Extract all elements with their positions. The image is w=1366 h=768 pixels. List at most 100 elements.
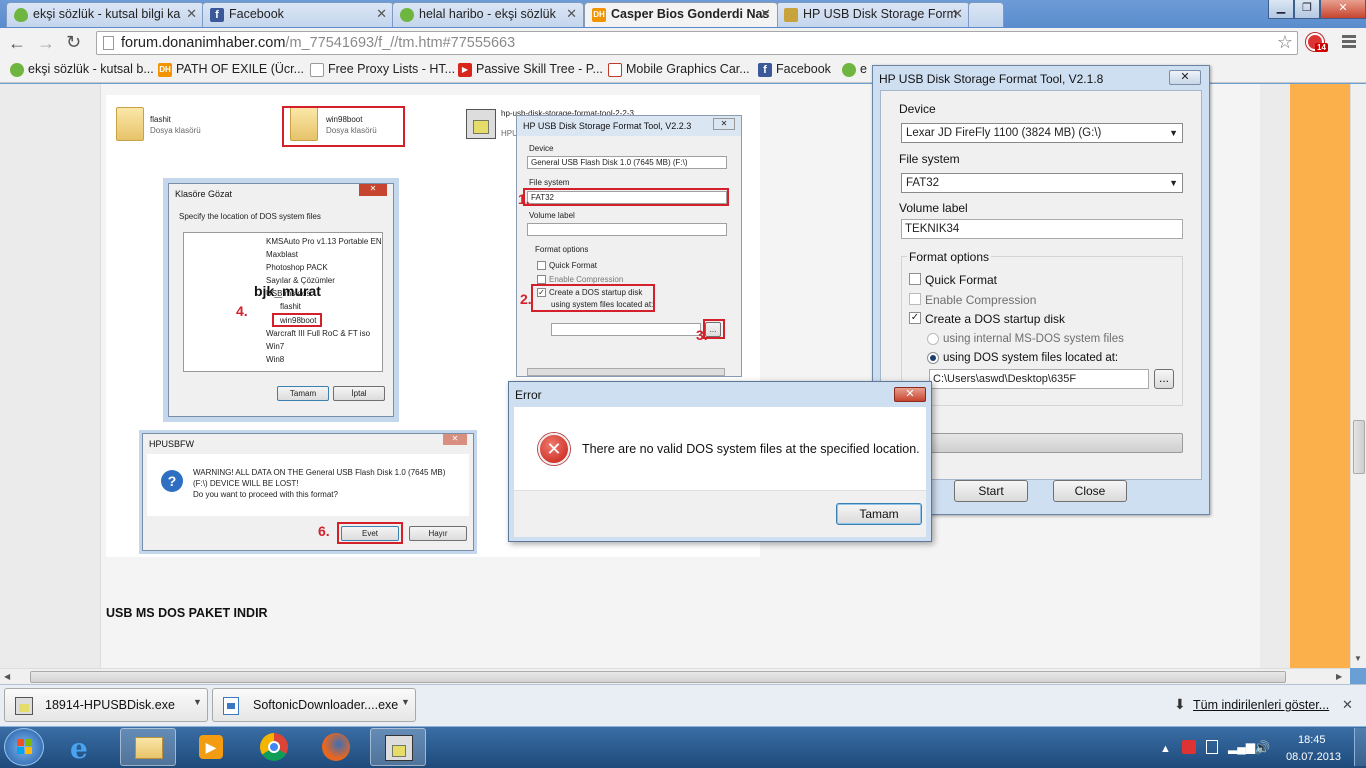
hp-tool-taskbar-icon[interactable] bbox=[370, 728, 426, 766]
volume-label-input[interactable]: TEKNIK34 bbox=[901, 219, 1183, 239]
mini-quick-format[interactable]: Quick Format bbox=[537, 261, 597, 271]
minimize-icon[interactable]: ▁ bbox=[1268, 0, 1294, 19]
confirm-no-button[interactable]: Hayır bbox=[409, 526, 467, 541]
back-icon[interactable]: ← bbox=[8, 33, 26, 54]
clock-time[interactable]: 18:45 bbox=[1298, 734, 1326, 746]
desktop: ekşi sözlük - kutsal bilgi ka ✕ f Faceboo… bbox=[0, 0, 1366, 768]
mini-hp-tool-window: HP USB Disk Storage Format Tool, V2.2.3 … bbox=[516, 115, 742, 377]
close-download-bar-icon[interactable]: ✕ bbox=[1342, 697, 1353, 713]
facebook-icon: f bbox=[210, 8, 224, 22]
vertical-scrollbar[interactable]: ▼ bbox=[1350, 84, 1366, 668]
show-desktop-button[interactable] bbox=[1354, 728, 1366, 766]
folder-browse-dialog: Klasöre Gözat ✕ Specify the location of … bbox=[168, 183, 394, 417]
mini-volume-input[interactable] bbox=[527, 223, 727, 236]
tab-close-icon[interactable]: ✕ bbox=[760, 6, 771, 22]
exe-file-icon bbox=[223, 697, 239, 715]
exe-file-icon bbox=[15, 697, 33, 715]
start-orb-icon[interactable] bbox=[4, 728, 44, 766]
bookmark-passive-skill-tree[interactable]: ▶ Passive Skill Tree - P... bbox=[458, 62, 603, 77]
bookmark-eksi-2[interactable]: e bbox=[842, 62, 867, 77]
tab-close-icon[interactable]: ✕ bbox=[952, 6, 963, 22]
internet-explorer-icon[interactable]: e bbox=[56, 728, 112, 766]
tray-security-icon[interactable] bbox=[1182, 740, 1196, 754]
dos-files-location-radio[interactable] bbox=[927, 352, 939, 364]
forward-icon[interactable]: → bbox=[37, 33, 55, 54]
browse-button[interactable]: ... bbox=[1154, 369, 1174, 389]
close-icon[interactable]: ✕ bbox=[443, 434, 467, 445]
mini-path-input[interactable] bbox=[551, 323, 701, 336]
new-tab-button[interactable] bbox=[968, 2, 1004, 27]
tab-facebook[interactable]: f Facebook ✕ bbox=[202, 2, 394, 27]
maximize-icon[interactable]: ❐ bbox=[1294, 0, 1320, 19]
tab-close-icon[interactable]: ✕ bbox=[186, 6, 197, 22]
tray-volume-icon[interactable]: 🔊 bbox=[1254, 740, 1270, 756]
bookmark-proxy-lists[interactable]: Free Proxy Lists - HT... bbox=[310, 62, 455, 77]
device-select[interactable]: Lexar JD FireFly 1100 (3824 MB) (G:\) bbox=[901, 123, 1183, 143]
tray-expand-icon[interactable]: ▲ bbox=[1160, 743, 1171, 755]
progress-bar bbox=[901, 433, 1183, 453]
extension-icon[interactable]: 14 bbox=[1306, 33, 1330, 55]
close-button[interactable]: Close bbox=[1053, 480, 1127, 502]
close-window-icon[interactable]: ✕ bbox=[1320, 0, 1366, 19]
clock-date[interactable]: 08.07.2013 bbox=[1286, 751, 1341, 763]
reload-icon[interactable]: ↻ bbox=[66, 32, 81, 53]
shield-icon bbox=[608, 63, 622, 77]
tray-network-icon[interactable]: ▂▄▆ bbox=[1228, 740, 1255, 754]
facebook-icon: f bbox=[758, 63, 772, 77]
close-icon[interactable]: ✕ bbox=[359, 184, 387, 196]
horizontal-scroll-thumb[interactable] bbox=[30, 671, 1286, 683]
youtube-icon: ▶ bbox=[458, 63, 472, 77]
show-all-downloads-link[interactable]: Tüm indirilenleri göster... bbox=[1193, 698, 1329, 712]
address-bar[interactable]: forum.donanimhaber.com/m_77541693/f_//tm… bbox=[96, 31, 1298, 55]
folder-icon bbox=[116, 107, 144, 141]
quick-format-checkbox[interactable] bbox=[909, 273, 921, 285]
browse-cancel-button[interactable]: İptal bbox=[333, 386, 385, 401]
horizontal-scrollbar[interactable]: ◀ ▶ bbox=[0, 668, 1350, 684]
firefox-icon[interactable] bbox=[308, 728, 364, 766]
dh-logo-icon: DH bbox=[592, 8, 606, 22]
error-ok-button[interactable]: Tamam bbox=[836, 503, 922, 525]
start-button[interactable]: Start bbox=[954, 480, 1028, 502]
highlight-dos-startup bbox=[531, 284, 655, 312]
tab-helal-haribo[interactable]: helal haribo - ekşi sözlük ✕ bbox=[392, 2, 584, 27]
tab-casper-bios[interactable]: DH Casper Bios Gonderdi Nas ✕ bbox=[584, 2, 778, 27]
scroll-right-icon[interactable]: ▶ bbox=[1336, 672, 1342, 681]
highlight-win98boot bbox=[282, 106, 405, 147]
menu-icon[interactable] bbox=[1342, 35, 1356, 49]
dropdown-arrow-icon[interactable]: ▼ bbox=[193, 697, 202, 707]
mini-compression[interactable]: Enable Compression bbox=[537, 275, 623, 285]
tab-strip: ekşi sözlük - kutsal bilgi ka ✕ f Faceboo… bbox=[0, 0, 1366, 28]
close-icon[interactable]: ✕ bbox=[894, 387, 926, 402]
folder-tree[interactable]: KMSAuto Pro v1.13 Portable EN Maxblast P… bbox=[183, 232, 383, 372]
download-item-softonic[interactable]: SoftonicDownloader....exe ▼ bbox=[212, 688, 416, 722]
explorer-icon[interactable] bbox=[120, 728, 176, 766]
media-player-icon[interactable]: ▶ bbox=[183, 728, 239, 766]
tab-close-icon[interactable]: ✕ bbox=[376, 6, 387, 22]
tab-eksi[interactable]: ekşi sözlük - kutsal bilgi ka ✕ bbox=[6, 2, 204, 27]
bookmark-facebook[interactable]: f Facebook bbox=[758, 62, 831, 77]
tab-close-icon[interactable]: ✕ bbox=[566, 6, 577, 22]
mini-progress-bar bbox=[527, 368, 725, 376]
file-system-select[interactable]: FAT32 bbox=[901, 173, 1183, 193]
bookmark-mobile-graphics[interactable]: Mobile Graphics Car... bbox=[608, 62, 750, 77]
bookmark-path-of-exile[interactable]: DH PATH OF EXILE (Ücr... bbox=[158, 62, 304, 77]
download-item-hpusbdisk[interactable]: 18914-HPUSBDisk.exe ▼ bbox=[4, 688, 208, 722]
enable-compression-checkbox[interactable] bbox=[909, 293, 921, 305]
close-icon[interactable]: ✕ bbox=[1169, 70, 1201, 85]
dos-startup-checkbox[interactable]: ✓ bbox=[909, 312, 921, 324]
scroll-down-icon[interactable]: ▼ bbox=[1354, 654, 1362, 663]
close-icon[interactable]: ✕ bbox=[713, 118, 735, 130]
browse-ok-button[interactable]: Tamam bbox=[277, 386, 329, 401]
chrome-icon[interactable] bbox=[246, 728, 302, 766]
scroll-left-icon[interactable]: ◀ bbox=[4, 672, 10, 681]
internal-msdos-radio[interactable] bbox=[927, 333, 939, 345]
dos-path-input[interactable]: C:\Users\aswd\Desktop\635F bbox=[929, 369, 1149, 389]
error-message: There are no valid DOS system files at t… bbox=[582, 442, 920, 456]
dropdown-arrow-icon[interactable]: ▼ bbox=[401, 697, 410, 707]
vertical-scroll-thumb[interactable] bbox=[1353, 420, 1365, 474]
tray-device-icon[interactable] bbox=[1206, 740, 1218, 754]
tab-hp-usb[interactable]: HP USB Disk Storage Form ✕ bbox=[776, 2, 970, 27]
eksi-drop-icon bbox=[14, 8, 28, 22]
bookmark-eksi[interactable]: ekşi sözlük - kutsal b... bbox=[10, 62, 154, 77]
star-icon[interactable]: ☆ bbox=[1277, 32, 1293, 53]
